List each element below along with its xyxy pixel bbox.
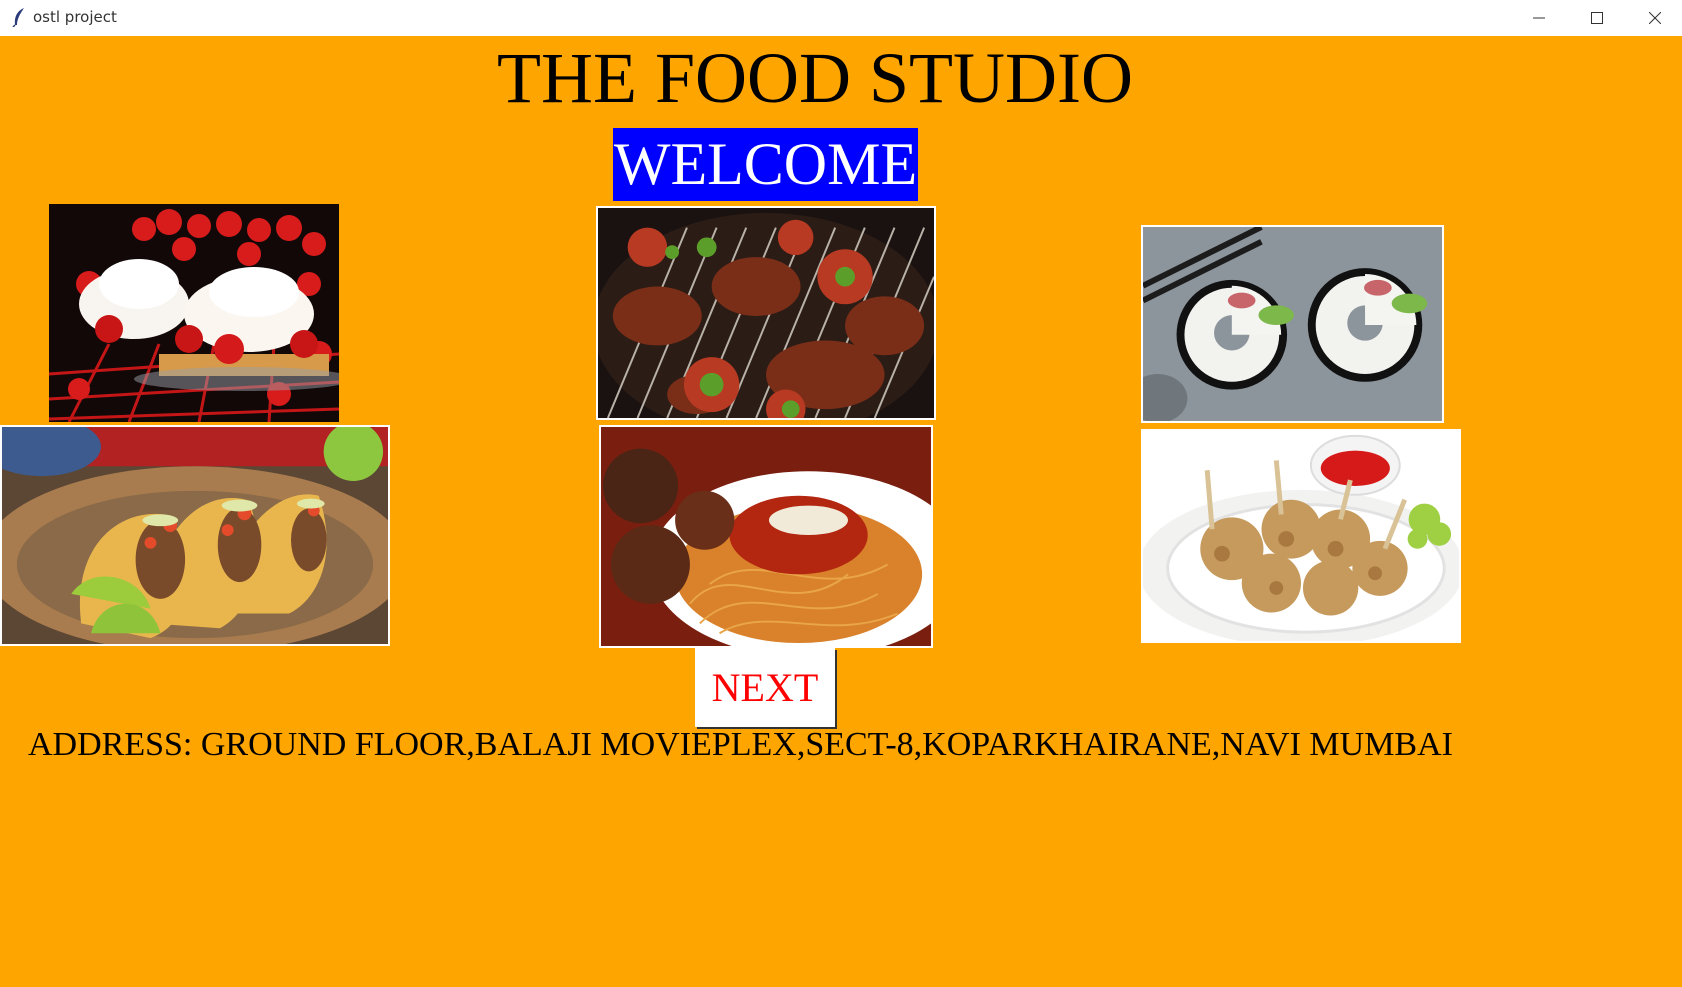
welcome-label: WELCOME	[613, 128, 918, 201]
next-button[interactable]: NEXT	[695, 648, 835, 727]
title-bar[interactable]: ostl project	[0, 0, 1682, 36]
close-button[interactable]	[1626, 0, 1682, 36]
address-text: ADDRESS: GROUND FLOOR,BALAJI MOVIEPLEX,S…	[28, 726, 1453, 763]
minimize-icon	[1533, 17, 1545, 19]
maximize-icon	[1591, 12, 1603, 24]
maximize-button[interactable]	[1568, 0, 1626, 36]
fried-lollipop-image	[1141, 429, 1461, 643]
minimize-button[interactable]	[1510, 0, 1568, 36]
window-title: ostl project	[33, 8, 117, 26]
sushi-donut-image	[1141, 225, 1444, 423]
feather-icon	[11, 7, 27, 28]
strawberry-dessert-image	[49, 204, 339, 422]
tacos-image	[0, 425, 390, 646]
spaghetti-meatballs-image	[599, 425, 933, 648]
main-content: THE FOOD STUDIO WELCOME NEXT ADDRESS: GR…	[0, 36, 1682, 987]
page-title: THE FOOD STUDIO	[497, 38, 1133, 118]
app-window: ostl project THE FOOD STUDIO WELCOME NEX…	[0, 0, 1682, 987]
grilled-meat-image	[596, 206, 936, 420]
close-icon	[1649, 12, 1661, 24]
